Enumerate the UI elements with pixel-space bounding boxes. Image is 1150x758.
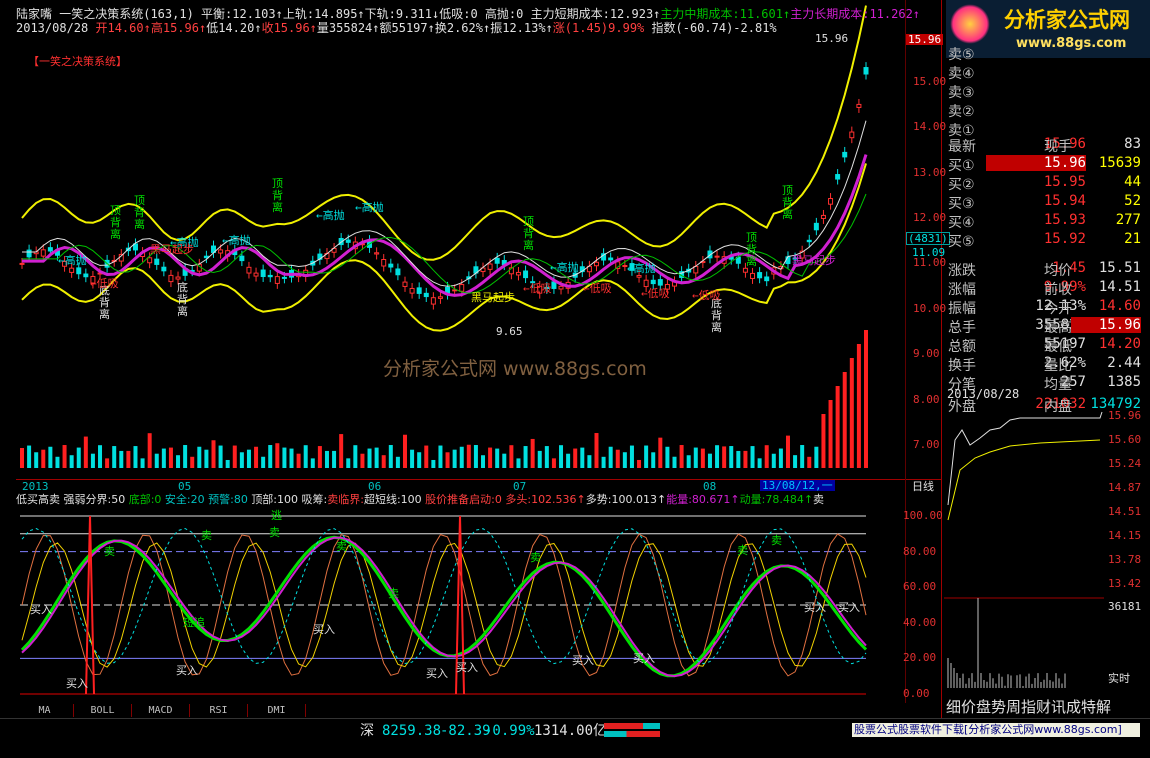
mini-chart-svg <box>944 411 1104 688</box>
mini-avg-line <box>947 439 1101 521</box>
mini-price-line <box>947 411 1103 506</box>
